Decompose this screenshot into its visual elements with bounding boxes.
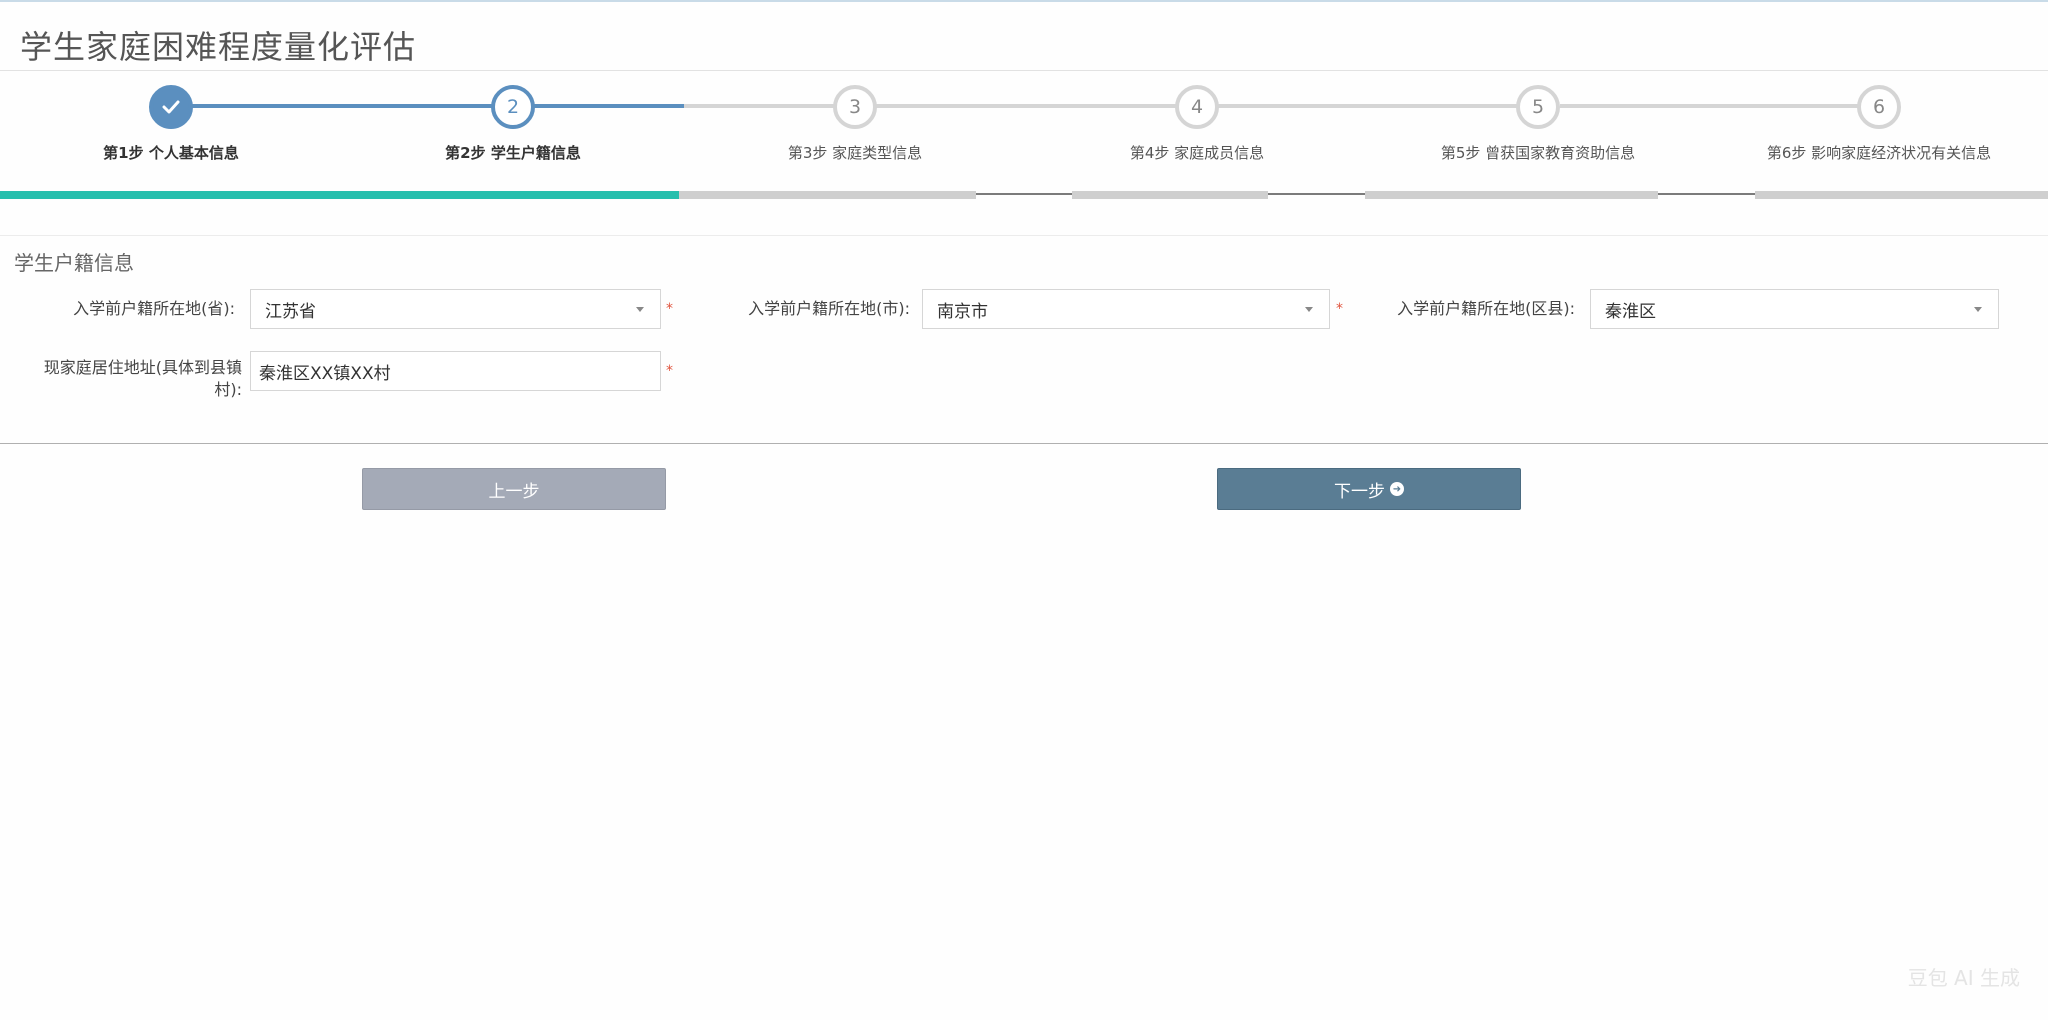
district-select[interactable]: 秦淮区 bbox=[1590, 289, 1999, 329]
progress-bar-remaining-3 bbox=[1365, 191, 1658, 199]
step-connector-5-6 bbox=[1560, 104, 1860, 108]
step-4-circle[interactable]: 4 bbox=[1175, 85, 1219, 129]
title-divider bbox=[0, 70, 2048, 71]
province-required-mark: * bbox=[666, 301, 673, 317]
city-required-mark: * bbox=[1336, 301, 1343, 317]
province-select[interactable]: 江苏省 bbox=[250, 289, 661, 329]
prev-step-button[interactable]: 上一步 bbox=[362, 468, 666, 510]
arrow-right-circle-icon: ➜ bbox=[1390, 482, 1404, 496]
step-1-circle[interactable] bbox=[149, 85, 193, 129]
progress-bar-remaining-4 bbox=[1755, 191, 2048, 199]
city-value: 南京市 bbox=[937, 301, 988, 322]
address-required-mark: * bbox=[666, 363, 673, 379]
prev-step-label: 上一步 bbox=[488, 481, 540, 502]
top-accent-line bbox=[0, 0, 2048, 2]
progress-bar-remaining-1 bbox=[679, 191, 976, 199]
step-6-label[interactable]: 第6步 影响家庭经济状况有关信息 bbox=[1767, 142, 1991, 163]
step-5-label[interactable]: 第5步 曾获国家教育资助信息 bbox=[1441, 142, 1635, 163]
step-3-number: 3 bbox=[848, 96, 862, 118]
step-2-label[interactable]: 第2步 学生户籍信息 bbox=[445, 142, 581, 163]
progress-bar-gap-2 bbox=[1268, 193, 1365, 195]
page-title: 学生家庭困难程度量化评估 bbox=[20, 28, 417, 66]
step-5-number: 5 bbox=[1531, 96, 1545, 118]
city-select[interactable]: 南京市 bbox=[922, 289, 1330, 329]
chevron-down-icon bbox=[636, 307, 644, 312]
step-3-label[interactable]: 第3步 家庭类型信息 bbox=[788, 142, 922, 163]
step-3-circle[interactable]: 3 bbox=[833, 85, 877, 129]
step-connector-3-4 bbox=[876, 104, 1176, 108]
district-value: 秦淮区 bbox=[1605, 301, 1656, 322]
step-6-number: 6 bbox=[1872, 96, 1886, 118]
step-6-circle[interactable]: 6 bbox=[1857, 85, 1901, 129]
step-5-circle[interactable]: 5 bbox=[1516, 85, 1560, 129]
step-4-number: 4 bbox=[1190, 96, 1204, 118]
progress-bar-remaining-2 bbox=[1072, 191, 1268, 199]
watermark: 豆包 AI 生成 bbox=[1907, 966, 2020, 990]
address-label: 现家庭居住地址(具体到县镇 村): bbox=[20, 357, 242, 401]
province-label: 入学前户籍所在地(省): bbox=[73, 299, 235, 318]
step-1-label[interactable]: 第1步 个人基本信息 bbox=[103, 142, 239, 163]
chevron-down-icon bbox=[1305, 307, 1313, 312]
address-value: 秦淮区XX镇XX村 bbox=[259, 363, 391, 384]
step-connector-2-3-inactive bbox=[684, 104, 834, 108]
wizard-divider bbox=[0, 235, 2048, 236]
next-step-label: 下一步 bbox=[1334, 481, 1385, 502]
checkmark-icon bbox=[162, 100, 180, 114]
district-label: 入学前户籍所在地(区县): bbox=[1397, 299, 1575, 318]
progress-bar-filled bbox=[0, 191, 679, 199]
progress-bar-gap-1 bbox=[976, 193, 1072, 195]
step-4-label[interactable]: 第4步 家庭成员信息 bbox=[1130, 142, 1264, 163]
form-divider bbox=[0, 443, 2048, 444]
step-connector-2-3 bbox=[534, 104, 684, 108]
step-2-number: 2 bbox=[506, 96, 520, 118]
progress-bar-gap-3 bbox=[1658, 193, 1755, 195]
step-connector-4-5 bbox=[1218, 104, 1518, 108]
address-input[interactable]: 秦淮区XX镇XX村 bbox=[250, 351, 661, 391]
city-label: 入学前户籍所在地(市): bbox=[748, 299, 910, 318]
chevron-down-icon bbox=[1974, 307, 1982, 312]
next-step-button[interactable]: 下一步 ➜ bbox=[1217, 468, 1521, 510]
section-title: 学生户籍信息 bbox=[14, 251, 134, 275]
address-label-line1: 现家庭居住地址(具体到县镇 bbox=[43, 358, 242, 377]
step-2-circle[interactable]: 2 bbox=[491, 85, 535, 129]
address-label-line2: 村): bbox=[214, 380, 242, 399]
province-value: 江苏省 bbox=[265, 301, 316, 322]
step-connector-1-2 bbox=[192, 104, 492, 108]
